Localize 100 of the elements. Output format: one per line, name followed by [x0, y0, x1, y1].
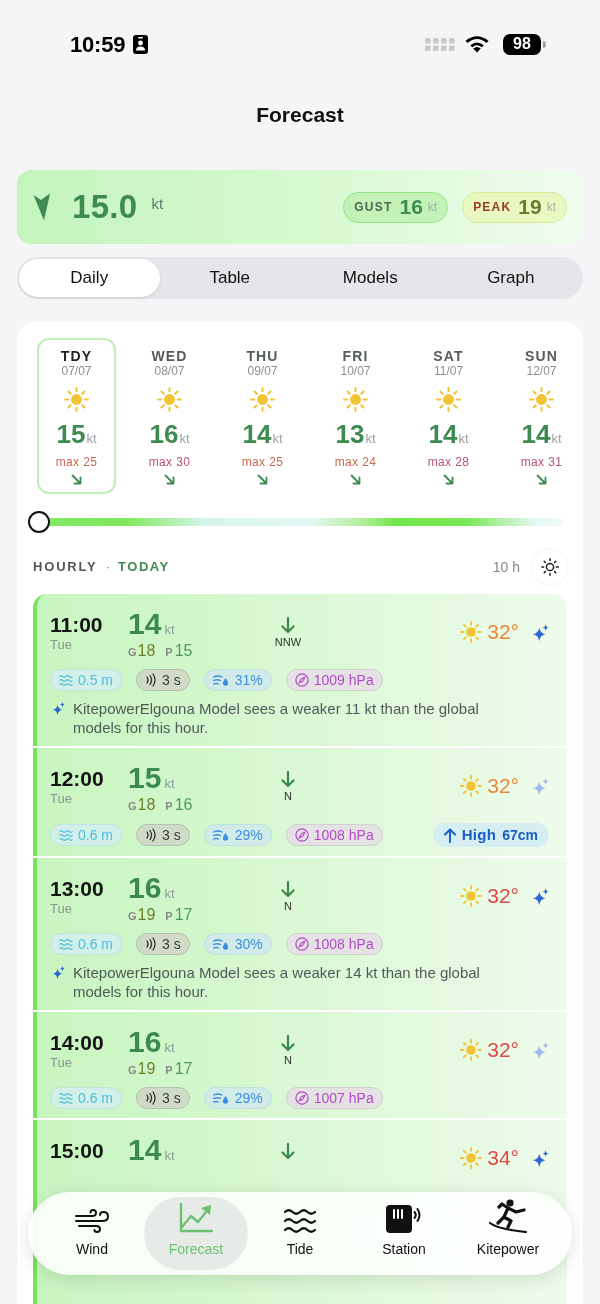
peak-label: P — [165, 1063, 173, 1078]
waves-icon — [59, 1092, 73, 1104]
peak-value: 19 — [518, 194, 542, 221]
waves-icon — [284, 1209, 316, 1233]
nav-tab[interactable]: Wind — [40, 1197, 144, 1270]
diagonal-arrow-icon — [443, 473, 454, 485]
wave-period: 3 s — [162, 1090, 181, 1106]
sun-icon — [460, 885, 483, 907]
humidity-value: 29% — [234, 827, 263, 843]
segment-tab[interactable]: Table — [159, 259, 300, 297]
temperature: 34° — [487, 1146, 519, 1170]
wind-speed: 14 — [128, 608, 162, 640]
speed-unit: kt — [179, 430, 190, 448]
gust-value: 18 — [137, 796, 156, 814]
timeline-track[interactable] — [28, 511, 562, 533]
max-gust: max 25 — [55, 454, 98, 469]
compass-icon — [294, 828, 309, 842]
day-card[interactable]: TDY 07/07 15kt max 25 — [37, 338, 116, 494]
peak-value: 15 — [174, 642, 193, 660]
day-card[interactable]: SAT 11/07 14kt max 28 — [409, 338, 488, 494]
gust-label: G — [128, 1063, 137, 1078]
diagonal-arrow-icon — [536, 473, 547, 485]
segment-tab[interactable]: Daily — [19, 259, 160, 297]
sun-icon — [541, 558, 559, 576]
max-gust: max 25 — [241, 454, 284, 469]
speed-unit: kt — [164, 621, 175, 639]
day-card[interactable]: FRI 10/07 13kt max 24 — [316, 338, 395, 494]
segment-tab[interactable]: Graph — [440, 259, 581, 297]
nav-tab[interactable]: Tide — [248, 1197, 352, 1270]
temperature: 32° — [487, 620, 519, 644]
speed-unit: kt — [164, 1147, 175, 1165]
page-title: Forecast — [256, 102, 344, 129]
vibration-icon — [145, 937, 157, 951]
hour-time: 11:00 — [50, 613, 103, 637]
day-card[interactable]: SUN 12/07 14kt max 31 — [502, 338, 581, 494]
sun-icon — [250, 387, 275, 412]
nav-tab[interactable]: Kitepower — [456, 1197, 560, 1270]
gust-label: G — [128, 909, 137, 924]
day-card[interactable]: WED 08/07 16kt max 30 — [130, 338, 209, 494]
pressure-value: 1009 hPa — [313, 672, 374, 688]
slider-thumb[interactable] — [28, 511, 50, 533]
peak-label: P — [165, 909, 173, 924]
tide-label: High — [461, 824, 497, 845]
wind-drop-icon — [212, 828, 230, 842]
wind-icon — [75, 1209, 109, 1233]
down-arrow-icon — [281, 771, 295, 788]
down-arrow-icon — [281, 881, 295, 898]
wave-height: 0.6 m — [78, 827, 113, 843]
status-time: 10:59 — [70, 30, 126, 59]
battery-level: 98 — [503, 33, 541, 55]
segment-tab[interactable]: Models — [300, 259, 441, 297]
speed-unit: kt — [86, 430, 97, 448]
max-gust: max 24 — [334, 454, 377, 469]
speed-unit: kt — [272, 431, 283, 448]
waves-icon — [59, 938, 73, 950]
wind-direction: NNW — [274, 635, 302, 649]
wind-speed: 16 — [128, 872, 162, 904]
peak-value: 17 — [174, 906, 193, 924]
direction-arrow-icon — [33, 193, 53, 221]
day-label: FRI — [342, 348, 369, 364]
waves-icon — [59, 674, 73, 686]
day-label: WED — [151, 348, 188, 364]
peak-label: P — [165, 799, 173, 814]
gust-value: 19 — [137, 1060, 156, 1078]
temperature: 32° — [487, 774, 519, 798]
hour-day: Tue — [50, 1055, 72, 1071]
down-arrow-icon — [281, 1035, 295, 1052]
diagonal-arrow-icon — [350, 473, 361, 485]
hours-count: 10 h — [492, 557, 520, 577]
wind-drop-icon — [212, 1091, 230, 1105]
wind-speed: 16 — [128, 1026, 162, 1058]
gust-label: G — [128, 799, 137, 814]
gust-value: 16 — [399, 194, 423, 221]
section-day: TODAY — [117, 557, 170, 577]
sparkle-icon — [52, 702, 65, 715]
peak-label: P — [165, 645, 173, 660]
gust-value: 19 — [137, 906, 156, 924]
sun-button[interactable] — [533, 550, 567, 584]
compass-icon — [294, 673, 309, 687]
wave-height: 0.5 m — [78, 672, 113, 688]
vibration-icon — [145, 1091, 157, 1105]
humidity-value: 31% — [234, 672, 263, 688]
wind-direction: N — [284, 789, 292, 803]
day-label: THU — [246, 348, 279, 364]
sun-icon — [529, 387, 554, 412]
hour-time: 12:00 — [50, 767, 104, 791]
gust-value: 18 — [137, 642, 156, 660]
separator-dot: · — [105, 558, 110, 577]
wave-period: 3 s — [162, 936, 181, 952]
day-card[interactable]: THU 09/07 14kt max 25 — [223, 338, 302, 494]
peak-label: PEAK — [473, 199, 512, 216]
peak-unit: kt — [546, 199, 556, 216]
day-label: SAT — [433, 348, 464, 364]
peak-value: 16 — [174, 796, 193, 814]
chart-icon — [179, 1203, 213, 1233]
nav-tab[interactable]: Station — [352, 1197, 456, 1270]
gust-unit: kt — [427, 199, 438, 216]
gust-label: G — [128, 645, 137, 660]
day-date: 09/07 — [247, 364, 278, 378]
sun-icon — [460, 621, 483, 643]
